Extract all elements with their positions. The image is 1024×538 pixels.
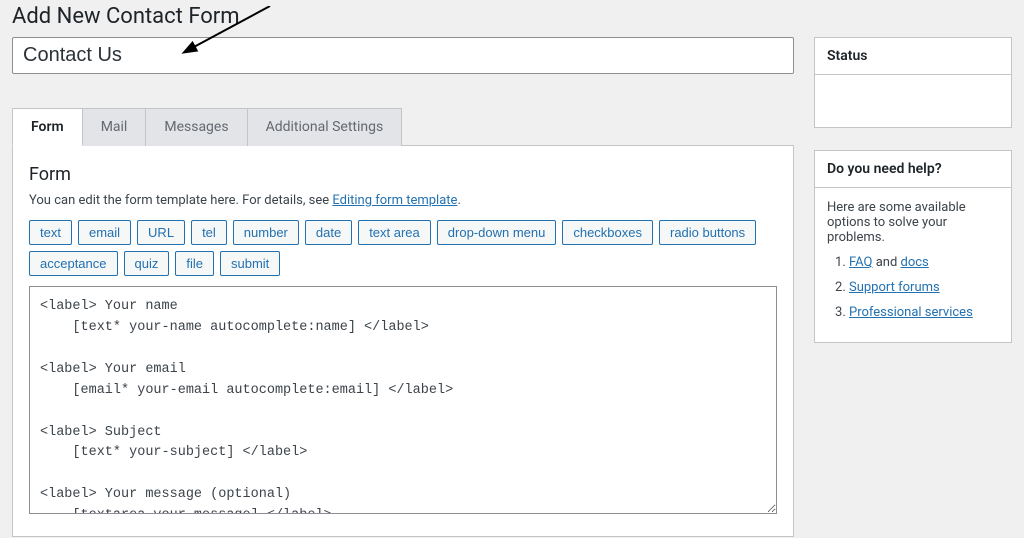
help-intro: Here are some available options to solve… — [827, 200, 999, 245]
tag-generator-row: text email URL tel number date text area… — [29, 220, 777, 276]
main-column: Form Mail Messages Additional Settings F… — [12, 37, 794, 537]
faq-link[interactable]: FAQ — [849, 255, 872, 270]
tab-panel-form: Form You can edit the form template here… — [12, 146, 794, 537]
status-box: Status — [814, 37, 1012, 128]
help-item-pro: Professional services — [849, 305, 999, 320]
tag-submit-button[interactable]: submit — [220, 251, 280, 276]
tag-text-button[interactable]: text — [29, 220, 72, 245]
side-column: Status Do you need help? Here are some a… — [814, 37, 1012, 537]
professional-services-link[interactable]: Professional services — [849, 305, 973, 320]
form-template-textarea[interactable] — [29, 286, 777, 514]
status-box-title: Status — [815, 38, 1011, 75]
tag-textarea-button[interactable]: text area — [358, 220, 431, 245]
tab-messages[interactable]: Messages — [146, 108, 247, 146]
tab-additional-settings[interactable]: Additional Settings — [248, 108, 403, 146]
help-item-support: Support forums — [849, 280, 999, 295]
tag-url-button[interactable]: URL — [137, 220, 185, 245]
help-box: Do you need help? Here are some availabl… — [814, 150, 1012, 343]
panel-heading: Form — [29, 164, 777, 185]
tag-radio-button[interactable]: radio buttons — [659, 220, 756, 245]
tag-number-button[interactable]: number — [233, 220, 299, 245]
tag-dropdown-button[interactable]: drop-down menu — [437, 220, 557, 245]
tabs-nav: Form Mail Messages Additional Settings — [12, 108, 794, 146]
form-title-input[interactable] — [12, 37, 794, 74]
help-box-body: Here are some available options to solve… — [815, 188, 1011, 342]
tag-quiz-button[interactable]: quiz — [124, 251, 170, 276]
tag-checkboxes-button[interactable]: checkboxes — [562, 220, 653, 245]
help-item-faq: FAQ and docs — [849, 255, 999, 270]
help-box-title: Do you need help? — [815, 151, 1011, 188]
tag-acceptance-button[interactable]: acceptance — [29, 251, 118, 276]
tag-tel-button[interactable]: tel — [191, 220, 227, 245]
page-title: Add New Contact Form — [12, 0, 1012, 37]
tab-mail[interactable]: Mail — [83, 108, 147, 146]
status-box-body — [815, 75, 1011, 127]
editing-form-template-link[interactable]: Editing form template — [332, 193, 457, 208]
tag-date-button[interactable]: date — [305, 220, 352, 245]
support-forums-link[interactable]: Support forums — [849, 280, 940, 295]
docs-link[interactable]: docs — [901, 255, 929, 270]
tag-email-button[interactable]: email — [78, 220, 131, 245]
tag-file-button[interactable]: file — [175, 251, 214, 276]
tab-form[interactable]: Form — [12, 108, 83, 146]
panel-description: You can edit the form template here. For… — [29, 193, 777, 208]
